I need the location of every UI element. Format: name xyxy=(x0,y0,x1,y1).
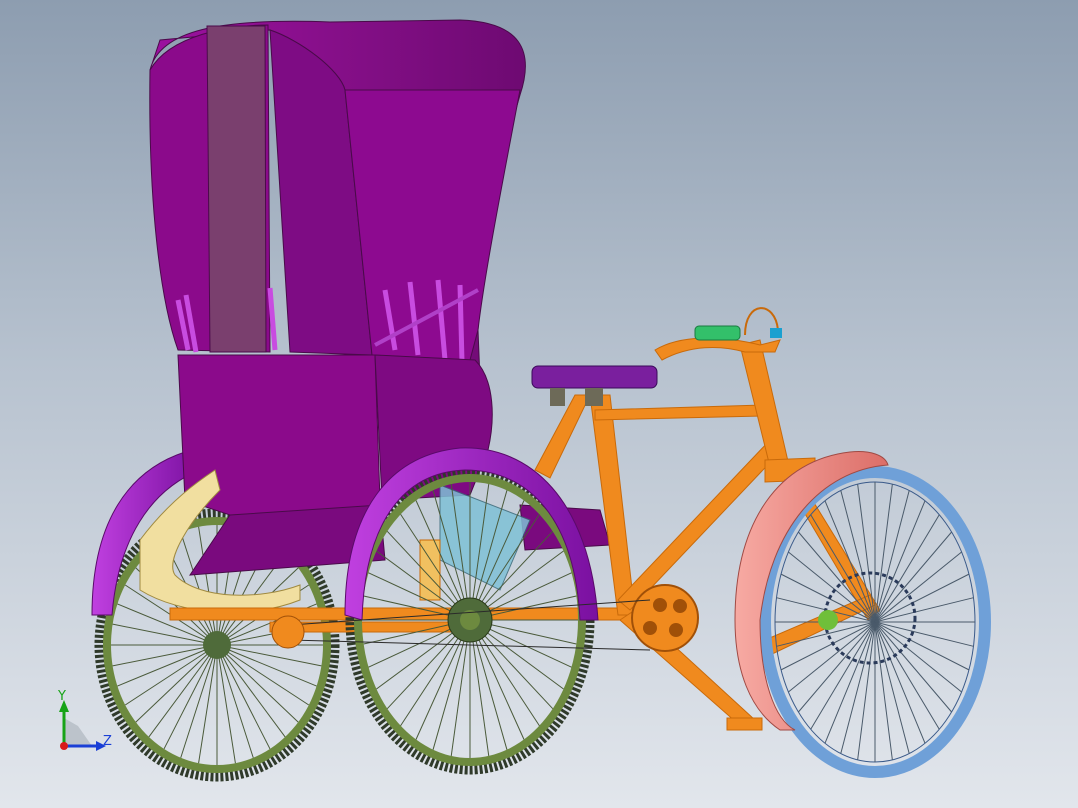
handlebar xyxy=(654,307,782,361)
front-wheel xyxy=(759,466,991,778)
z-axis-label: Z xyxy=(103,734,112,749)
graphics-viewport[interactable]: Y Z xyxy=(0,0,1078,808)
rickshaw-model[interactable]: Y Z xyxy=(0,0,1078,808)
y-axis-label: Y xyxy=(57,689,66,704)
rider-saddle xyxy=(531,365,658,406)
coordinate-triad: Y Z xyxy=(57,689,112,751)
canopy xyxy=(149,19,526,381)
